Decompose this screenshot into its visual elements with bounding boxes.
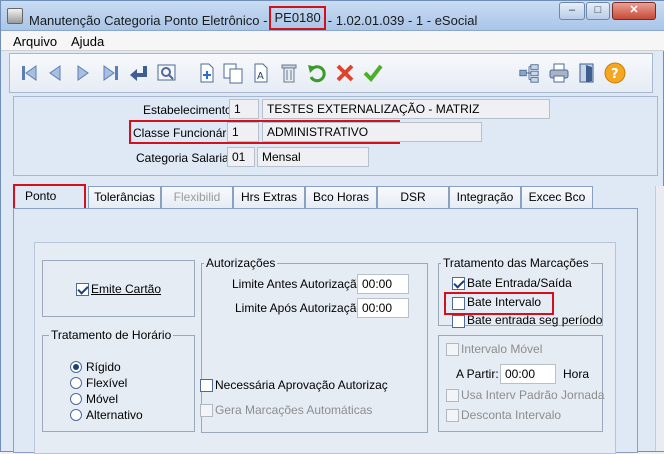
- classe-label: Classe Funcionário:: [133, 126, 240, 140]
- estabelecimento-code-field[interactable]: 1: [229, 99, 259, 119]
- hora-label: Hora: [563, 367, 590, 381]
- tree-icon[interactable]: [518, 62, 540, 84]
- tab-integracao[interactable]: Integração: [449, 186, 521, 209]
- limite-antes-label: Limite Antes Autorização:: [232, 277, 367, 291]
- movel-label: Móvel: [86, 392, 119, 406]
- emite-cartao-checkbox[interactable]: [76, 283, 89, 296]
- title-bar[interactable]: Manutenção Categoria Ponto Eletrônico - …: [1, 1, 664, 31]
- tab-tolerancias[interactable]: Tolerâncias: [88, 186, 161, 209]
- tratamento-horario-title: Tratamento de Horário: [49, 328, 174, 342]
- tab-bco-horas[interactable]: Bco Horas: [305, 186, 377, 209]
- last-icon[interactable]: [100, 62, 122, 84]
- tratamento-marcacoes-title: Tratamento das Marcações: [441, 256, 591, 270]
- limite-apos-label: Limite Após Autorização:: [235, 301, 367, 315]
- autorizacoes-title: Autorizações: [204, 256, 278, 270]
- limite-antes-field[interactable]: 00:00: [357, 274, 409, 294]
- categoria-label: Categoria Salarial:: [136, 151, 235, 165]
- delete-icon[interactable]: [278, 62, 300, 84]
- estabelecimento-label: Estabelecimento:: [143, 103, 236, 117]
- emite-cartao-box: Emite Cartão: [42, 260, 195, 317]
- categoria-name-field: Mensal: [257, 147, 369, 167]
- desconta-intervalo-checkbox: [446, 409, 459, 422]
- menu-arquivo[interactable]: Arquivo: [13, 34, 57, 49]
- undo-icon[interactable]: [306, 62, 328, 84]
- menu-ajuda[interactable]: Ajuda: [71, 34, 104, 49]
- window-title: Manutenção Categoria Ponto Eletrônico - …: [29, 6, 478, 33]
- vertical-scrollbar[interactable]: [655, 186, 664, 451]
- menu-bar: Arquivo Ajuda: [1, 31, 664, 51]
- tab-ponto[interactable]: Ponto: [13, 184, 86, 209]
- alternativo-radio[interactable]: [70, 409, 82, 421]
- tab-excec-bco[interactable]: Excec Bco: [521, 186, 593, 209]
- tab-hrs-extras[interactable]: Hrs Extras: [233, 186, 305, 209]
- next-icon[interactable]: [72, 62, 94, 84]
- bate-entrada-seg-label: Bate entrada seg período: [467, 313, 603, 327]
- tratamento-marcacoes-group: Tratamento das Marcações Bate Entrada/Sa…: [438, 256, 603, 328]
- ponto-panel: Emite Cartão Tratamento de Horário Rígid…: [34, 242, 616, 454]
- rigido-radio[interactable]: [70, 361, 82, 373]
- svg-text:A: A: [257, 71, 264, 82]
- a-partir-label: A Partir:: [456, 367, 499, 381]
- alternativo-label: Alternativo: [86, 408, 143, 422]
- main-window: Manutenção Categoria Ponto Eletrônico - …: [0, 0, 664, 454]
- app-icon: [7, 8, 23, 24]
- tab-flexibilid: Flexibilid: [161, 186, 233, 209]
- limite-apos-field[interactable]: 00:00: [357, 298, 409, 318]
- tratamento-horario-group: Tratamento de Horário Rígido Flexível Mó…: [42, 328, 195, 432]
- necessaria-aprovacao-checkbox[interactable]: [200, 379, 213, 392]
- copy-icon[interactable]: [222, 62, 244, 84]
- usa-interv-padrao-label: Usa Interv Padrão Jornada: [461, 388, 605, 402]
- flexivel-radio[interactable]: [70, 377, 82, 389]
- exit-icon[interactable]: [576, 62, 598, 84]
- return-icon[interactable]: [128, 62, 150, 84]
- intervalo-movel-checkbox: [446, 343, 459, 356]
- bate-entrada-saida-label: Bate Entrada/Saída: [467, 276, 572, 290]
- categoria-code-field[interactable]: 01: [227, 147, 255, 167]
- first-icon[interactable]: [18, 62, 40, 84]
- intervalo-movel-label: Intervalo Móvel: [461, 342, 543, 356]
- print-icon[interactable]: [548, 62, 570, 84]
- previous-icon[interactable]: [44, 62, 66, 84]
- flexivel-label: Flexível: [86, 376, 128, 390]
- program-code: PE0180: [269, 6, 326, 30]
- close-button[interactable]: ✕: [612, 2, 656, 20]
- tab-dsr[interactable]: DSR: [377, 186, 449, 209]
- zoom-icon[interactable]: [156, 62, 178, 84]
- window-title-prefix: Manutenção Categoria Ponto Eletrônico -: [29, 13, 268, 28]
- window-title-suffix: - 1.02.01.039 - 1 - eSocial: [327, 13, 478, 28]
- gera-marcacoes-label: Gera Marcações Automáticas: [215, 403, 373, 417]
- tab-content-ponto: Emite Cartão Tratamento de Horário Rígid…: [13, 208, 638, 454]
- confirm-icon[interactable]: [362, 62, 384, 84]
- rigido-label: Rígido: [86, 360, 121, 374]
- bate-entrada-saida-checkbox[interactable]: [452, 277, 465, 290]
- bate-entrada-seg-checkbox[interactable]: [452, 315, 465, 328]
- estabelecimento-name-field: TESTES EXTERNALIZAÇÃO - MATRIZ: [262, 99, 550, 119]
- desconta-intervalo-label: Desconta Intervalo: [461, 408, 562, 422]
- toolbar: A ?: [9, 53, 653, 93]
- minimize-button[interactable]: –: [559, 2, 585, 20]
- maximize-button[interactable]: □: [586, 2, 610, 20]
- bate-intervalo-label: Bate Intervalo: [467, 295, 542, 309]
- edit-icon[interactable]: A: [250, 62, 272, 84]
- new-icon[interactable]: [196, 62, 218, 84]
- usa-interv-padrao-checkbox: [446, 389, 459, 402]
- intervalo-movel-group: Intervalo Móvel A Partir: 00:00 Hora Usa…: [438, 335, 605, 432]
- header-panel: Estabelecimento: 1 TESTES EXTERNALIZAÇÃO…: [13, 96, 658, 176]
- help-icon[interactable]: ?: [604, 62, 626, 84]
- classe-name-field: ADMINISTRATIVO: [262, 122, 482, 142]
- bate-intervalo-checkbox[interactable]: [452, 297, 465, 310]
- a-partir-field[interactable]: 00:00: [500, 364, 556, 384]
- gera-marcacoes-checkbox: [200, 404, 213, 417]
- emite-cartao-label: Emite Cartão: [91, 282, 162, 296]
- autorizacoes-group: Autorizações Limite Antes Autorização: 0…: [200, 256, 428, 433]
- classe-code-field[interactable]: 1: [227, 122, 259, 142]
- cancel-icon[interactable]: [334, 62, 356, 84]
- necessaria-aprovacao-label: Necessária Aprovação Autorizaç: [215, 378, 388, 392]
- movel-radio[interactable]: [70, 393, 82, 405]
- svg-text:?: ?: [611, 67, 619, 82]
